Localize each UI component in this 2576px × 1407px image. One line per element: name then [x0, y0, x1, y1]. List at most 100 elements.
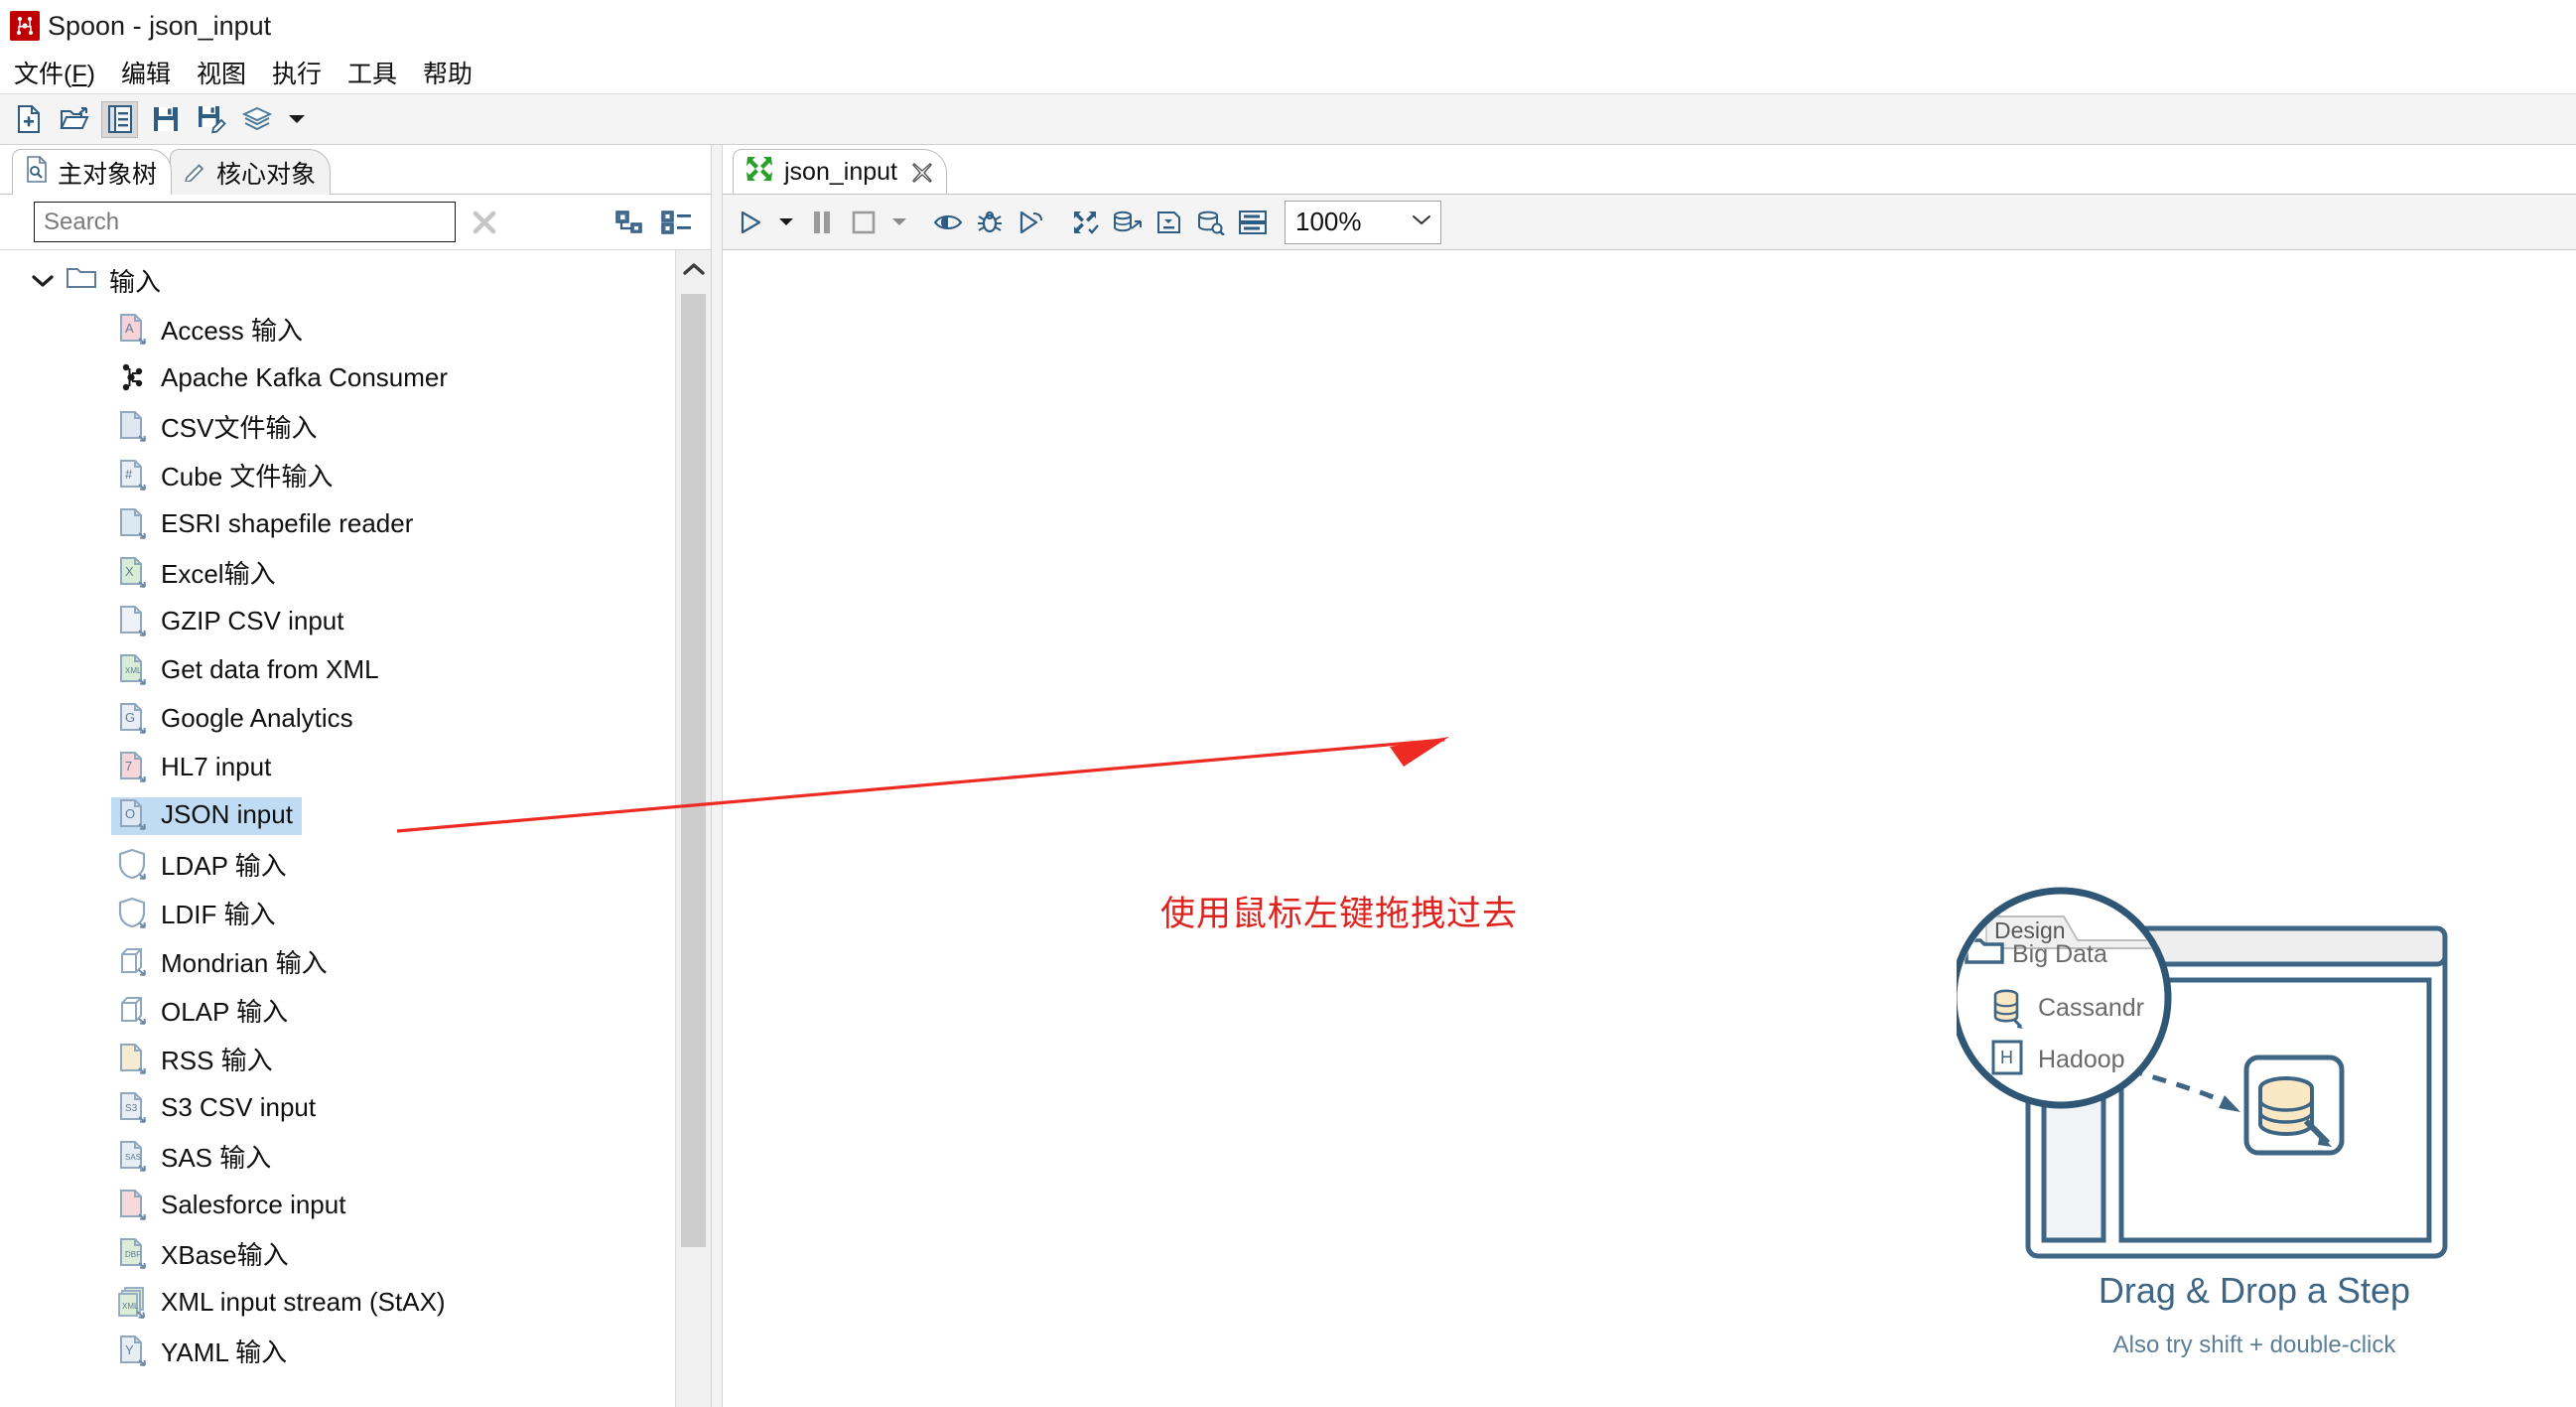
tree-item-content: X Excel输入	[117, 554, 276, 591]
clear-x-icon[interactable]	[456, 200, 513, 245]
tree-item-content: Salesforce input	[117, 1189, 345, 1222]
search-input[interactable]	[34, 202, 456, 242]
main-toolbar	[0, 93, 2576, 145]
tree-item[interactable]: Y YAML 输入	[0, 1327, 675, 1375]
tree-item[interactable]: CSV文件输入	[0, 402, 675, 451]
tree-item-content: CSV文件输入	[117, 408, 317, 445]
tree-item[interactable]: G Google Analytics	[0, 694, 675, 743]
tree-item-label: LDAP 输入	[161, 851, 287, 881]
tree-item[interactable]: RSS 输入	[0, 1035, 675, 1083]
chevron-down-icon[interactable]	[30, 274, 56, 288]
menu-file[interactable]: 文件(F)	[12, 54, 97, 91]
database-arrow-icon[interactable]	[1108, 202, 1148, 243]
tree-item[interactable]: XML XML input stream (StAX)	[0, 1278, 675, 1327]
ldap-shield-icon	[117, 848, 151, 882]
menu-view[interactable]: 视图	[195, 54, 248, 91]
tree-item[interactable]: 7 HL7 input	[0, 743, 675, 791]
tab-json-input[interactable]: json_input	[733, 149, 947, 195]
tree-item-label: GZIP CSV input	[161, 606, 344, 635]
tree-item[interactable]: Apache Kafka Consumer	[0, 353, 675, 402]
database-search-icon[interactable]	[1191, 202, 1231, 243]
run-play-icon[interactable]	[731, 202, 770, 243]
tree-item[interactable]: Mondrian 输入	[0, 937, 675, 986]
tree-item[interactable]: GZIP CSV input	[0, 597, 675, 645]
folder-icon	[66, 264, 99, 298]
menu-help[interactable]: 帮助	[421, 54, 475, 91]
new-file-icon[interactable]	[10, 101, 47, 138]
tab-main-object-tree[interactable]: 主对象树	[12, 149, 173, 195]
tree-item[interactable]: DBF XBase输入	[0, 1229, 675, 1278]
tree-item[interactable]: LDIF 输入	[0, 889, 675, 937]
tree-expand-icon[interactable]	[608, 201, 653, 244]
tree-item-label: Mondrian 输入	[161, 948, 328, 978]
rss-input-icon	[117, 1043, 151, 1076]
layers-icon[interactable]	[238, 101, 275, 138]
chevron-down-icon[interactable]	[772, 202, 800, 243]
transformation-canvas[interactable]: 使用鼠标左键拖拽过去 Design Big Data Cassandr H Ha…	[723, 250, 2576, 1407]
tree-item-label: ESRI shapefile reader	[161, 508, 414, 538]
tree-item-content: SAS SAS 输入	[117, 1138, 271, 1175]
chevron-down-icon[interactable]	[284, 101, 310, 138]
transformation-check-icon[interactable]	[1066, 202, 1106, 243]
replay-play-icon[interactable]	[1012, 202, 1051, 243]
hl7-input-icon: 7	[117, 751, 151, 784]
watermark-subtitle: Also try shift + double-click	[2112, 1332, 2396, 1358]
tree-item-label: RSS 输入	[161, 1046, 273, 1075]
open-folder-icon[interactable]	[56, 101, 92, 138]
tree-item-content: Y YAML 输入	[117, 1333, 287, 1369]
list-collapse-icon[interactable]	[653, 201, 699, 244]
tab-core-objects[interactable]: 核心对象	[170, 149, 332, 195]
search-row	[0, 195, 711, 250]
tree-item[interactable]: ESRI shapefile reader	[0, 499, 675, 548]
tree-item[interactable]: Salesforce input	[0, 1181, 675, 1229]
sql-generate-icon[interactable]	[1150, 202, 1189, 243]
tree-item[interactable]: # Cube 文件输入	[0, 451, 675, 499]
list-document-icon[interactable]	[101, 100, 138, 138]
scrollbar-thumb[interactable]	[681, 294, 706, 1247]
tree-item-content: O JSON input	[111, 796, 302, 835]
execution-results-icon[interactable]	[1233, 202, 1273, 243]
eye-preview-icon[interactable]	[928, 202, 968, 243]
save-floppy-icon[interactable]	[147, 101, 184, 138]
tree-item[interactable]: A Access 输入	[0, 305, 675, 353]
tree-item[interactable]: O JSON input	[0, 791, 675, 840]
zoom-level-combobox[interactable]: 100%	[1285, 200, 1441, 244]
tree-item-label: CSV文件输入	[161, 413, 318, 443]
pause-icon[interactable]	[802, 202, 842, 243]
menu-edit[interactable]: 编辑	[119, 54, 173, 91]
close-x-icon[interactable]	[908, 159, 936, 187]
tree-root-input[interactable]: 输入	[0, 256, 675, 305]
tree-item-content: # Cube 文件输入	[117, 457, 333, 493]
tree-item-label: HL7 input	[161, 752, 272, 781]
salesforce-input-icon	[117, 1189, 151, 1222]
right-panel: json_input 100% 使用鼠标左键拖拽过去 Design Big Da…	[723, 145, 2576, 1407]
tree-item-label: XML input stream (StAX)	[161, 1287, 446, 1317]
tree-item-content: ESRI shapefile reader	[117, 507, 413, 541]
steps-tree[interactable]: 输入 A Access 输入 Apache Kafka Consumer CSV文件输…	[0, 250, 675, 1407]
tree-item[interactable]: SAS SAS 输入	[0, 1132, 675, 1181]
tree-item-label: S3 CSV input	[161, 1092, 317, 1122]
tree-scrollbar[interactable]	[675, 250, 711, 1407]
tree-item[interactable]: X Excel输入	[0, 548, 675, 597]
chevron-down-icon[interactable]	[1411, 212, 1432, 231]
canvas-tab-label: json_input	[784, 158, 897, 186]
annotation-text: 使用鼠标左键拖拽过去	[1160, 895, 1519, 934]
tree-item[interactable]: XML Get data from XML	[0, 645, 675, 694]
tree-item-content: 7 HL7 input	[117, 751, 271, 784]
chevron-down-icon[interactable]	[885, 202, 913, 243]
tree-item-content: Mondrian 输入	[117, 943, 328, 980]
tree-item[interactable]: OLAP 输入	[0, 986, 675, 1035]
s3-csv-input-icon: S3	[117, 1091, 151, 1125]
tree-item[interactable]: S3 S3 CSV input	[0, 1083, 675, 1132]
tree-item-label: JSON input	[161, 799, 293, 829]
tab-label: 核心对象	[216, 160, 317, 189]
tree-item[interactable]: LDAP 输入	[0, 840, 675, 889]
bug-debug-icon[interactable]	[970, 202, 1010, 243]
panel-splitter[interactable]	[711, 145, 723, 1407]
esri-shapefile-icon	[117, 507, 151, 541]
stop-square-icon[interactable]	[844, 202, 883, 243]
chevron-up-icon[interactable]	[676, 250, 711, 288]
menu-tools[interactable]: 工具	[345, 54, 399, 91]
save-as-icon[interactable]	[193, 101, 229, 138]
menu-run[interactable]: 执行	[270, 54, 324, 91]
